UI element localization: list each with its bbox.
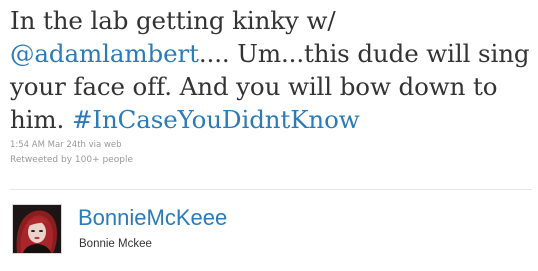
- hashtag-link[interactable]: #InCaseYouDidntKnow: [72, 105, 360, 134]
- timestamp-link[interactable]: 1:54 AM Mar 24th: [10, 140, 86, 150]
- user-avatar-photo-icon: [13, 205, 61, 253]
- tweet-text: In the lab getting kinky w/ @adamlambert…: [10, 0, 532, 136]
- tweet-meta: 1:54 AM Mar 24th via web: [10, 139, 532, 152]
- author-full-name: Bonnie Mckee: [79, 238, 152, 250]
- via-prefix: via: [85, 140, 104, 150]
- tweet: In the lab getting kinky w/ @adamlambert…: [10, 0, 532, 167]
- tweet-text-start: In the lab getting kinky w/: [10, 6, 336, 35]
- avatar[interactable]: [12, 204, 62, 254]
- mention-link[interactable]: @adamlambert: [10, 39, 199, 68]
- author-screen-name-link[interactable]: BonnieMcKeee: [78, 205, 227, 231]
- retweet-count: Retweeted by 100+ people: [10, 155, 133, 165]
- divider: [10, 189, 532, 190]
- via-source-link[interactable]: web: [104, 140, 122, 150]
